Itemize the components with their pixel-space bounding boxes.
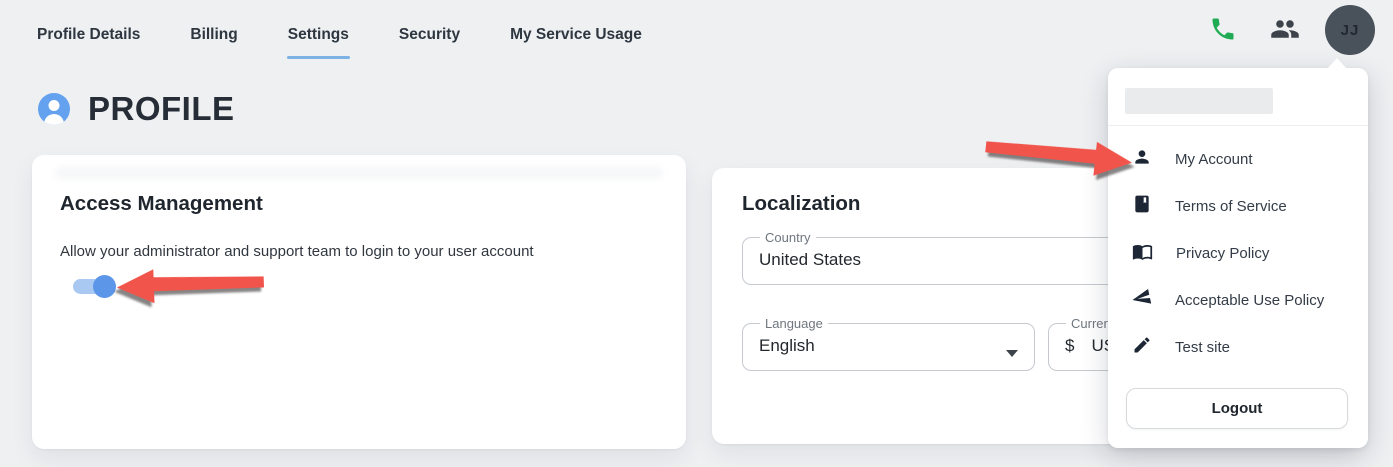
account-dropdown-menu: My Account Terms of Service Privacy Poli… <box>1108 68 1368 448</box>
redacted-blur-strip <box>56 167 662 179</box>
menu-item-test-site[interactable]: Test site <box>1108 324 1368 371</box>
toggle-knob <box>93 275 116 298</box>
menu-item-terms-of-service[interactable]: Terms of Service <box>1108 183 1368 230</box>
redacted-username <box>1125 88 1273 114</box>
access-management-title: Access Management <box>60 192 263 216</box>
menu-item-my-account[interactable]: My Account <box>1108 136 1368 183</box>
phone-icon <box>1209 15 1237 46</box>
currency-symbol: $ <box>1065 336 1074 356</box>
access-management-card: Access Management Allow your administrat… <box>32 155 686 449</box>
menu-item-label: Test site <box>1175 339 1230 356</box>
tab-security[interactable]: Security <box>399 26 460 44</box>
header-actions: JJ <box>1201 5 1375 55</box>
tab-billing[interactable]: Billing <box>190 26 237 44</box>
localization-title: Localization <box>742 192 860 216</box>
country-label: Country <box>760 230 816 245</box>
person-icon <box>1132 147 1152 172</box>
logout-button[interactable]: Logout <box>1126 388 1348 429</box>
contacts-button[interactable] <box>1263 8 1307 52</box>
menu-item-privacy-policy[interactable]: Privacy Policy <box>1108 230 1368 277</box>
page-header: PROFILE <box>38 90 235 128</box>
tab-my-service-usage[interactable]: My Service Usage <box>510 26 642 44</box>
open-book-icon <box>1132 241 1153 267</box>
profile-nav-tabs: Profile Details Billing Settings Securit… <box>37 26 642 44</box>
profile-person-icon <box>38 93 70 125</box>
phone-button[interactable] <box>1201 8 1245 52</box>
menu-item-label: My Account <box>1175 151 1253 168</box>
menu-item-acceptable-use-policy[interactable]: Acceptable Use Policy <box>1108 277 1368 324</box>
language-label: Language <box>760 316 828 331</box>
pencil-icon <box>1132 335 1152 360</box>
admin-login-toggle[interactable] <box>73 275 113 298</box>
user-avatar[interactable]: JJ <box>1325 5 1375 55</box>
account-menu-list: My Account Terms of Service Privacy Poli… <box>1108 136 1368 371</box>
menu-item-label: Acceptable Use Policy <box>1175 292 1324 309</box>
access-management-description: Allow your administrator and support tea… <box>60 243 534 260</box>
language-value: English <box>757 331 1020 370</box>
menu-item-label: Terms of Service <box>1175 198 1287 215</box>
people-icon <box>1270 14 1300 47</box>
send-icon <box>1130 286 1155 315</box>
tab-settings[interactable]: Settings <box>288 26 349 44</box>
tab-profile-details[interactable]: Profile Details <box>37 26 140 44</box>
chevron-down-icon <box>1006 350 1018 357</box>
menu-divider <box>1108 125 1368 126</box>
book-bookmark-icon <box>1132 194 1152 219</box>
page-title: PROFILE <box>88 90 235 128</box>
language-select[interactable]: Language English <box>742 316 1035 371</box>
menu-item-label: Privacy Policy <box>1176 245 1269 262</box>
